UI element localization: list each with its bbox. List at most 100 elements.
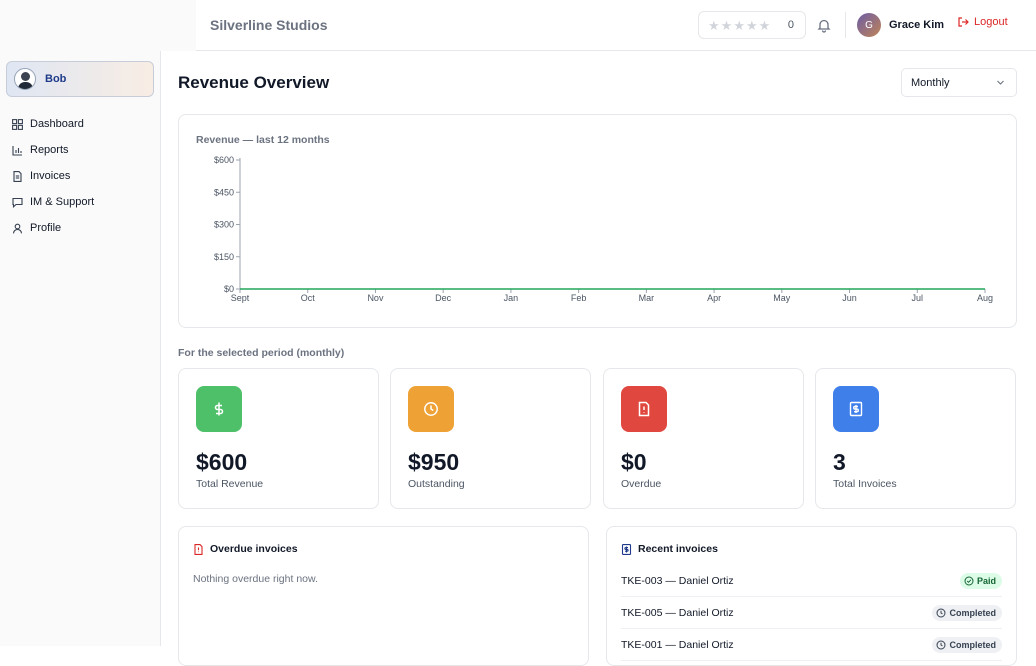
logout-label: Logout [974, 16, 1008, 28]
sidebar-item-label: Profile [30, 222, 62, 234]
stat-card-outstanding: $950 Outstanding [390, 368, 591, 509]
stat-value: $950 [408, 449, 460, 475]
x-tick-label: Jul [912, 293, 924, 303]
clock-icon [936, 640, 946, 649]
x-tick-label: Jan [504, 293, 519, 303]
panel-header: Overdue invoices [193, 543, 298, 555]
x-tick-label: Feb [571, 293, 587, 303]
y-tick-label: $450 [214, 187, 234, 197]
status-badge: Completed [932, 604, 1002, 621]
avatar[interactable]: G [857, 13, 881, 37]
period-select[interactable]: Monthly [901, 68, 1017, 97]
alert-file-icon [194, 543, 203, 555]
period-caption: For the selected period (monthly) [178, 347, 345, 359]
sidebar-top-spacer [0, 0, 196, 51]
clock-icon [936, 608, 946, 617]
sidebar-item-label: Invoices [30, 170, 71, 182]
stat-icon-box [196, 386, 242, 432]
revenue-chart: $0$150$300$450$600Sept Oct Nov Dec Jan Feb Mar… [214, 155, 993, 303]
sidebar-item-im-support[interactable]: IM & Support [12, 189, 157, 215]
sidebar-item-profile[interactable]: Profile [12, 215, 157, 241]
sidebar-item-dashboard[interactable]: Dashboard [12, 111, 157, 137]
panel-title: Overdue invoices [210, 543, 298, 555]
invoice-icon [849, 401, 863, 417]
alert-file-icon [638, 401, 650, 417]
brand-name: Silverline Studios [210, 17, 328, 33]
stat-value: 3 [833, 449, 846, 475]
stat-card-overdue: $0 Overdue [603, 368, 804, 509]
revenue-chart-card: Revenue — last 12 months $0 $150 $300 $450 $… [178, 114, 1017, 328]
rating-count: 0 [787, 19, 794, 31]
sidebar-item-reports[interactable]: Reports [12, 137, 157, 163]
period-select-value: Monthly [911, 76, 950, 89]
stat-value: $600 [196, 449, 248, 475]
sidebar-item-label: IM & Support [30, 196, 95, 208]
x-tick-label: Mar [639, 293, 655, 303]
star-icon[interactable]: ★ [759, 19, 771, 32]
stat-label: Outstanding [408, 478, 465, 490]
stat-value: $0 [621, 449, 647, 475]
status-badge: Paid [959, 572, 1002, 589]
sidebar-item-invoices[interactable]: Invoices [12, 163, 157, 189]
stat-label: Overdue [621, 478, 662, 490]
clock-icon [424, 402, 438, 416]
invoice-label: TKE-005 — Daniel Ortiz [621, 606, 734, 619]
check-circle-icon [964, 576, 974, 585]
panel-header: Recent invoices [621, 543, 718, 555]
table-row[interactable]: TKE-003 — Daniel Ortiz Paid [621, 565, 1002, 597]
user-icon [12, 223, 23, 233]
stat-card-total-revenue: $600 Total Revenue [178, 368, 379, 509]
divider [845, 12, 846, 38]
x-tick-label: Apr [707, 293, 721, 303]
y-tick-label: $600 [214, 155, 234, 165]
bell-icon[interactable] [816, 17, 832, 33]
stat-label: Total Revenue [196, 478, 264, 490]
recent-invoices-panel: Recent invoices TKE-003 — Daniel Ortiz P… [606, 526, 1017, 666]
y-tick-label: $150 [214, 252, 234, 262]
stat-icon-box [621, 386, 667, 432]
x-tick-label: May [773, 293, 791, 303]
x-tick-label: Aug [977, 293, 993, 303]
logout-button[interactable]: Logout [957, 16, 1008, 28]
current-user-name: Grace Kim [889, 19, 945, 31]
stat-label: Total Invoices [833, 478, 897, 490]
x-tick-label: Sept [231, 293, 250, 303]
stat-card-total-invoices: 3 Total Invoices [815, 368, 1016, 509]
chevron-down-icon [997, 80, 1004, 85]
sidebar-nav: Dashboard Reports Invoices IM & Support … [12, 111, 157, 241]
overdue-invoices-panel: Overdue invoices Nothing overdue right n… [178, 526, 589, 666]
star-icon[interactable]: ★ [733, 19, 745, 32]
star-icon[interactable]: ★ [708, 19, 720, 32]
document-icon [13, 170, 22, 182]
star-rating[interactable]: ★ ★ ★ ★ ★ [708, 19, 770, 32]
logout-icon [958, 17, 969, 27]
stat-icon-box [408, 386, 454, 432]
x-tick-label: Oct [301, 293, 316, 303]
invoice-icon [621, 543, 632, 555]
star-icon[interactable]: ★ [746, 19, 758, 32]
x-tick-label: Nov [367, 293, 384, 303]
status-badge: Completed [932, 636, 1002, 653]
table-row[interactable]: TKE-005 — Daniel Ortiz Completed [621, 597, 1002, 629]
sidebar-item-label: Reports [30, 144, 69, 156]
x-tick-label: Jun [842, 293, 857, 303]
sidebar-user-name: Bob [45, 73, 67, 85]
star-icon[interactable]: ★ [721, 19, 733, 32]
rating-widget[interactable]: ★ ★ ★ ★ ★ 0 [698, 11, 806, 39]
panel-title: Recent invoices [638, 543, 718, 555]
page-title: Revenue Overview [178, 73, 330, 92]
invoice-label: TKE-001 — Daniel Ortiz [621, 638, 734, 651]
sidebar-user-card[interactable]: Bob [6, 61, 154, 97]
top-bar: Silverline Studios ★ ★ ★ ★ ★ 0 G Grace K… [196, 0, 1036, 51]
sidebar: Bob Dashboard Reports Invoices IM & Supp… [0, 51, 161, 646]
table-row[interactable]: TKE-001 — Daniel Ortiz Completed [621, 629, 1002, 661]
grid-icon [12, 118, 23, 130]
bar-chart-icon [12, 145, 22, 156]
y-tick-label: $300 [214, 220, 234, 230]
empty-state-text: Nothing overdue right now. [193, 573, 318, 585]
invoice-label: TKE-003 — Daniel Ortiz [621, 574, 734, 587]
dollar-icon [214, 402, 224, 416]
stat-icon-box [833, 386, 879, 432]
chat-icon [12, 197, 23, 208]
x-tick-label: Dec [435, 293, 452, 303]
